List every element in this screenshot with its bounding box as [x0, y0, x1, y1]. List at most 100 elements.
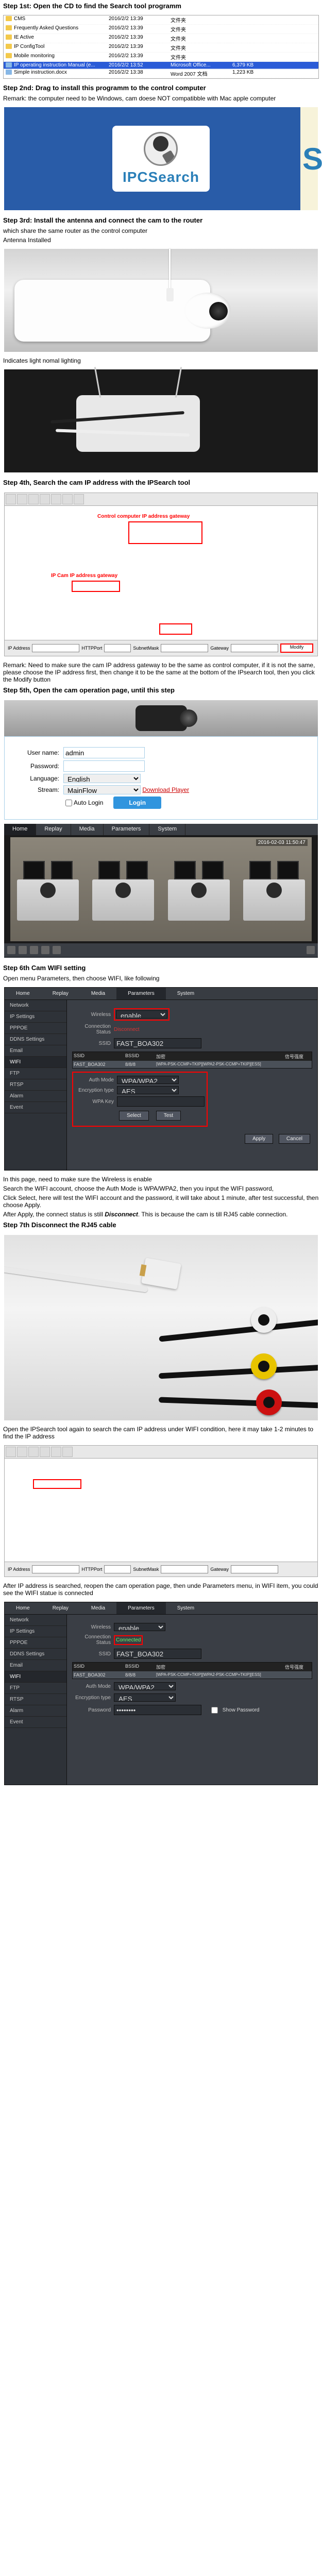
ssid-input[interactable] [114, 1038, 201, 1048]
tab-media[interactable]: Media [71, 824, 104, 835]
file-row-selected[interactable]: IP operating instruction Manual (e...201… [4, 62, 318, 69]
sidebar-item-ddns[interactable]: DDNS Settings [5, 1034, 66, 1045]
toolbar-button[interactable] [62, 494, 73, 504]
sidebar-item-network[interactable]: Network [5, 1000, 66, 1011]
auto-login-checkbox[interactable] [65, 800, 72, 806]
nav-home[interactable]: Home [5, 988, 41, 999]
ip-input[interactable] [32, 1565, 79, 1573]
sidebar-item-email[interactable]: Email [5, 1660, 66, 1671]
wifi-list-row[interactable]: FAST_BOA302 8/8/8 [WPA-PSK-CCMP+TKIP][WP… [73, 1671, 312, 1679]
file-row[interactable]: Simple instruction.docx2016/2/2 13:38Wor… [4, 69, 318, 78]
toolbar-button[interactable] [40, 494, 50, 504]
sidebar-item-rtsp[interactable]: RTSP [5, 1079, 66, 1091]
camera-photo [4, 249, 318, 352]
authmode-select[interactable]: WPA/WPA2 [114, 1682, 176, 1690]
gateway-input[interactable] [231, 644, 278, 652]
test-button[interactable]: Test [156, 1111, 181, 1121]
port-input[interactable] [104, 644, 131, 652]
nav-parameters[interactable]: Parameters [116, 988, 166, 999]
sidebar-item-pppoe[interactable]: PPPOE [5, 1637, 66, 1649]
port-input[interactable] [104, 1565, 131, 1573]
tool-grid[interactable]: Control computer IP address gateway IP C… [5, 506, 317, 640]
tab-parameters[interactable]: Parameters [104, 824, 150, 835]
nav-media[interactable]: Media [80, 988, 116, 999]
sidebar-item-wifi[interactable]: WIFI [5, 1057, 66, 1068]
toolbar-button[interactable] [51, 494, 61, 504]
wpakey-input[interactable] [117, 1096, 205, 1107]
video-feed[interactable]: 2016-02-03 11:50:47 [10, 837, 312, 941]
file-row[interactable]: CMS2016/2/2 13:39文件夹 [4, 15, 318, 25]
sidebar-item-wifi[interactable]: WIFI [5, 1671, 66, 1683]
language-select[interactable]: English [63, 774, 141, 783]
audio-icon[interactable] [53, 946, 61, 954]
apply-button[interactable]: Apply [245, 1134, 273, 1144]
sidebar-item-ip[interactable]: IP Settings [5, 1011, 66, 1023]
file-row[interactable]: Mobile monitoring2016/2/2 13:39文件夹 [4, 53, 318, 62]
sidebar-item-pppoe[interactable]: PPPOE [5, 1023, 66, 1034]
subnet-input[interactable] [161, 1565, 208, 1573]
sidebar-item-ftp[interactable]: FTP [5, 1068, 66, 1079]
password-input[interactable] [63, 760, 145, 772]
tool-grid[interactable] [5, 1459, 317, 1562]
sidebar-item-ftp[interactable]: FTP [5, 1683, 66, 1694]
file-row[interactable]: IE Active2016/2/2 13:39文件夹 [4, 34, 318, 43]
modify-button[interactable]: Modify [280, 643, 313, 653]
password-input[interactable] [114, 1705, 201, 1715]
toolbar-button[interactable] [62, 1447, 73, 1457]
stream-select[interactable]: MainFlow [63, 785, 141, 794]
nav-system[interactable]: System [166, 988, 206, 999]
sidebar-item-email[interactable]: Email [5, 1045, 66, 1057]
nav-replay[interactable]: Replay [41, 1602, 80, 1614]
toolbar-button[interactable] [6, 1447, 16, 1457]
cancel-button[interactable]: Cancel [279, 1134, 310, 1144]
wifi-list-row[interactable]: FAST_BOA302 8/8/8 [WPA-PSK-CCMP+TKIP][WP… [73, 1061, 312, 1068]
gateway-input[interactable] [231, 1565, 278, 1573]
ip-input[interactable] [32, 644, 79, 652]
toolbar-button[interactable] [28, 1447, 39, 1457]
sidebar-item-alarm[interactable]: Alarm [5, 1091, 66, 1102]
nav-parameters[interactable]: Parameters [116, 1602, 166, 1614]
username-input[interactable] [63, 747, 145, 758]
authmode-select[interactable]: WPA/WPA2 [117, 1076, 179, 1084]
play-icon[interactable] [7, 946, 15, 954]
nav-replay[interactable]: Replay [41, 988, 80, 999]
wifi-scan-list[interactable]: SSID BSSID 加密 信号强度 FAST_BOA302 8/8/8 [WP… [72, 1662, 312, 1679]
file-row[interactable]: Frequently Asked Questions2016/2/2 13:39… [4, 25, 318, 34]
nav-home[interactable]: Home [5, 1602, 41, 1614]
download-player-link[interactable]: Download Player [142, 786, 189, 793]
toolbar-button[interactable] [6, 494, 16, 504]
stop-icon[interactable] [19, 946, 27, 954]
sidebar-item-alarm[interactable]: Alarm [5, 1705, 66, 1717]
tab-replay[interactable]: Replay [36, 824, 71, 835]
enc-select[interactable]: AES [117, 1086, 179, 1094]
file-row[interactable]: IP ConfigTool2016/2/2 13:39文件夹 [4, 43, 318, 53]
toolbar-button[interactable] [51, 1447, 61, 1457]
sidebar-item-rtsp[interactable]: RTSP [5, 1694, 66, 1705]
ssid-input[interactable] [114, 1649, 201, 1659]
select-button[interactable]: Select [119, 1111, 149, 1121]
nav-system[interactable]: System [166, 1602, 206, 1614]
sidebar-item-event[interactable]: Event [5, 1717, 66, 1728]
wireless-select[interactable]: enable [116, 1010, 167, 1019]
toolbar-button[interactable] [40, 1447, 50, 1457]
wireless-select[interactable]: enable [114, 1623, 165, 1631]
tab-home[interactable]: Home [4, 824, 36, 835]
subnet-input[interactable] [161, 644, 208, 652]
enc-select[interactable]: AES [114, 1693, 176, 1702]
record-icon[interactable] [41, 946, 49, 954]
show-password-checkbox[interactable] [211, 1707, 218, 1714]
snapshot-icon[interactable] [30, 946, 38, 954]
toolbar-button[interactable] [17, 494, 27, 504]
login-button[interactable]: Login [113, 796, 161, 809]
toolbar-button[interactable] [74, 494, 84, 504]
nav-media[interactable]: Media [80, 1602, 116, 1614]
sidebar-item-network[interactable]: Network [5, 1615, 66, 1626]
sidebar-item-event[interactable]: Event [5, 1102, 66, 1113]
wifi-scan-list[interactable]: SSID BSSID 加密 信号强度 FAST_BOA302 8/8/8 [WP… [72, 1052, 312, 1069]
sidebar-item-ip[interactable]: IP Settings [5, 1626, 66, 1637]
fullscreen-icon[interactable] [307, 946, 315, 954]
tab-system[interactable]: System [149, 824, 185, 835]
sidebar-item-ddns[interactable]: DDNS Settings [5, 1649, 66, 1660]
toolbar-button[interactable] [28, 494, 39, 504]
toolbar-button[interactable] [17, 1447, 27, 1457]
